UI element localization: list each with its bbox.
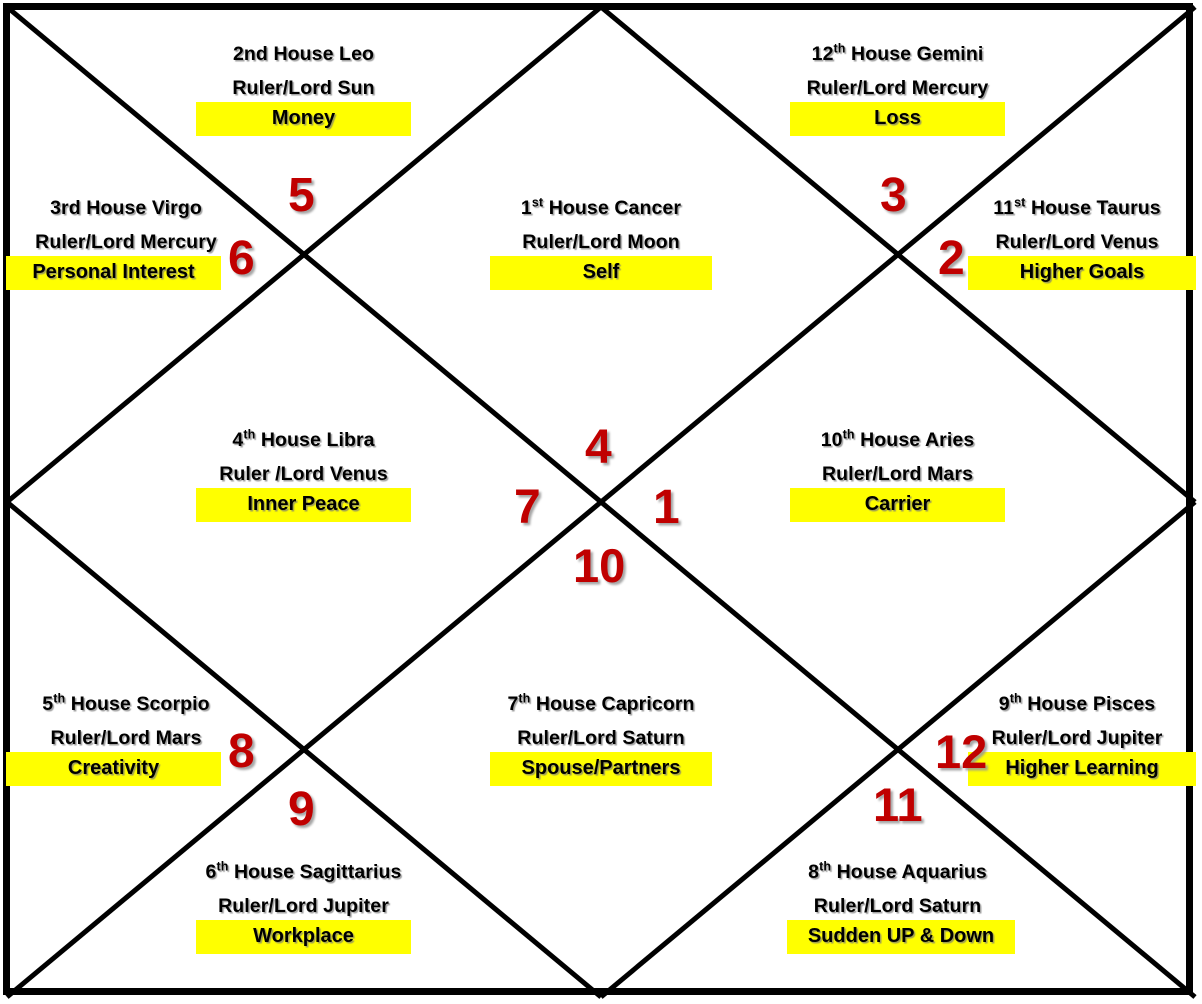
house-1-title: 1st House Cancer bbox=[466, 195, 736, 219]
house-7-keyword: Spouse/Partners bbox=[490, 751, 712, 786]
house-4-keyword: Inner Peace bbox=[196, 487, 411, 522]
house-number-marker-8: 8 bbox=[228, 725, 255, 778]
house-cell-2[interactable]: 2nd House Leo Ruler/Lord Sun Money bbox=[171, 44, 436, 136]
house-10-keyword: Carrier bbox=[790, 487, 1005, 522]
house-cell-12[interactable]: 12th House Gemini Ruler/Lord Mercury Los… bbox=[765, 41, 1030, 136]
house-1-sign-text: House Cancer bbox=[543, 197, 682, 219]
house-7-number-text: 7 bbox=[507, 693, 519, 715]
house-12-sign-text: House Gemini bbox=[845, 43, 984, 65]
house-number-marker-10: 10 bbox=[573, 539, 626, 592]
house-cell-4[interactable]: 4th House Libra Ruler /Lord Venus Inner … bbox=[171, 427, 436, 522]
house-cell-9[interactable]: 9th House Pisces Ruler/Lord Jupiter High… bbox=[958, 691, 1196, 786]
house-cell-3[interactable]: 3rd House Virgo Ruler/Lord Mercury Perso… bbox=[6, 198, 246, 290]
house-5-title: 5th House Scorpio bbox=[6, 691, 246, 715]
house-8-title: 8th House Aquarius bbox=[765, 859, 1030, 883]
house-10-title: 10th House Aries bbox=[765, 427, 1030, 451]
house-5-ordinal-suffix: th bbox=[53, 691, 66, 706]
house-9-ruler: Ruler/Lord Jupiter bbox=[991, 727, 1163, 750]
house-number-marker-5: 5 bbox=[288, 169, 315, 222]
house-8-sign-text: House Aquarius bbox=[831, 861, 987, 883]
house-10-sign-text: House Aries bbox=[854, 429, 975, 451]
house-1-ruler: Ruler/Lord Moon bbox=[522, 231, 680, 254]
house-8-ordinal-suffix: th bbox=[819, 859, 832, 874]
house-4-ruler: Ruler /Lord Venus bbox=[219, 463, 388, 486]
house-6-ruler: Ruler/Lord Jupiter bbox=[218, 895, 389, 918]
house-6-keyword: Workplace bbox=[196, 919, 411, 954]
house-number-marker-6: 6 bbox=[228, 232, 255, 285]
house-9-keyword: Higher Learning bbox=[968, 751, 1196, 786]
house-11-title: 11st House Taurus bbox=[958, 195, 1196, 219]
house-12-title: 12th House Gemini bbox=[765, 41, 1030, 65]
house-8-number-text: 8 bbox=[808, 861, 820, 883]
house-3-title: 3rd House Virgo bbox=[50, 197, 202, 219]
house-number-marker-2: 2 bbox=[938, 232, 965, 285]
house-5-number-text: 5 bbox=[42, 693, 54, 715]
house-5-keyword: Creativity bbox=[6, 751, 221, 786]
house-6-ordinal-suffix: th bbox=[216, 859, 229, 874]
house-3-keyword: Personal Interest bbox=[6, 255, 221, 290]
house-2-title: 2nd House Leo bbox=[232, 43, 375, 65]
house-9-title: 9th House Pisces bbox=[958, 691, 1196, 715]
house-cell-1[interactable]: 1st House Cancer Ruler/Lord Moon Self bbox=[466, 195, 736, 290]
house-6-title: 6th House Sagittarius bbox=[171, 859, 436, 883]
house-cell-10[interactable]: 10th House Aries Ruler/Lord Mars Carrier bbox=[765, 427, 1030, 522]
house-12-ruler: Ruler/Lord Mercury bbox=[806, 77, 989, 100]
house-1-ordinal-suffix: st bbox=[531, 195, 544, 210]
house-cell-8[interactable]: 8th House Aquarius Ruler/Lord Saturn Sud… bbox=[765, 859, 1030, 954]
house-10-ruler: Ruler/Lord Mars bbox=[821, 463, 974, 486]
house-2-ruler: Ruler/Lord Sun bbox=[232, 77, 375, 100]
house-number-marker-3: 3 bbox=[880, 169, 907, 222]
house-number-marker-7: 7 bbox=[514, 481, 541, 534]
house-number-marker-12: 12 bbox=[935, 725, 988, 778]
house-12-ordinal-suffix: th bbox=[833, 41, 846, 56]
house-cell-6[interactable]: 6th House Sagittarius Ruler/Lord Jupiter… bbox=[171, 859, 436, 954]
house-11-number-text: 11 bbox=[993, 197, 1015, 219]
house-6-sign-text: House Sagittarius bbox=[228, 861, 402, 883]
house-cell-5[interactable]: 5th House Scorpio Ruler/Lord Mars Creati… bbox=[6, 691, 246, 786]
house-7-ruler: Ruler/Lord Saturn bbox=[517, 727, 685, 750]
house-8-ruler: Ruler/Lord Saturn bbox=[813, 895, 982, 918]
house-number-marker-11: 11 bbox=[873, 778, 923, 831]
house-1-keyword: Self bbox=[490, 255, 712, 290]
house-7-sign-text: House Capricorn bbox=[530, 693, 695, 715]
house-9-number-text: 9 bbox=[998, 693, 1010, 715]
house-9-sign-text: House Pisces bbox=[1021, 693, 1156, 715]
house-7-title: 7th House Capricorn bbox=[466, 691, 736, 715]
house-2-keyword: Money bbox=[196, 101, 411, 136]
house-10-ordinal-suffix: th bbox=[842, 427, 855, 442]
house-7-ordinal-suffix: th bbox=[518, 691, 531, 706]
house-4-sign-text: House Libra bbox=[255, 429, 375, 451]
vedic-birth-chart: 2nd House Leo Ruler/Lord Sun Money 12th … bbox=[0, 0, 1202, 1004]
house-cell-11[interactable]: 11st House Taurus Ruler/Lord Venus Highe… bbox=[958, 195, 1196, 290]
house-4-title: 4th House Libra bbox=[171, 427, 436, 451]
house-3-ruler: Ruler/Lord Mercury bbox=[35, 231, 217, 254]
house-11-ordinal-suffix: st bbox=[1014, 195, 1026, 210]
house-11-sign-text: House Taurus bbox=[1025, 197, 1161, 219]
house-11-keyword: Higher Goals bbox=[968, 255, 1196, 290]
house-10-number-text: 10 bbox=[820, 429, 843, 451]
house-4-ordinal-suffix: th bbox=[243, 427, 256, 442]
house-12-number-text: 12 bbox=[811, 43, 834, 65]
house-12-keyword: Loss bbox=[790, 101, 1005, 136]
house-5-sign-text: House Scorpio bbox=[65, 693, 210, 715]
house-number-marker-9: 9 bbox=[288, 783, 315, 836]
house-8-keyword: Sudden UP & Down bbox=[787, 919, 1015, 954]
house-1-number-text: 1 bbox=[520, 197, 532, 219]
house-number-marker-4: 4 bbox=[585, 421, 612, 474]
house-6-number-text: 6 bbox=[205, 861, 217, 883]
house-cell-7[interactable]: 7th House Capricorn Ruler/Lord Saturn Sp… bbox=[466, 691, 736, 786]
house-11-ruler: Ruler/Lord Venus bbox=[995, 231, 1159, 254]
house-number-marker-1: 1 bbox=[653, 481, 680, 534]
house-9-ordinal-suffix: th bbox=[1009, 691, 1022, 706]
house-5-ruler: Ruler/Lord Mars bbox=[50, 727, 202, 750]
house-4-number-text: 4 bbox=[232, 429, 244, 451]
